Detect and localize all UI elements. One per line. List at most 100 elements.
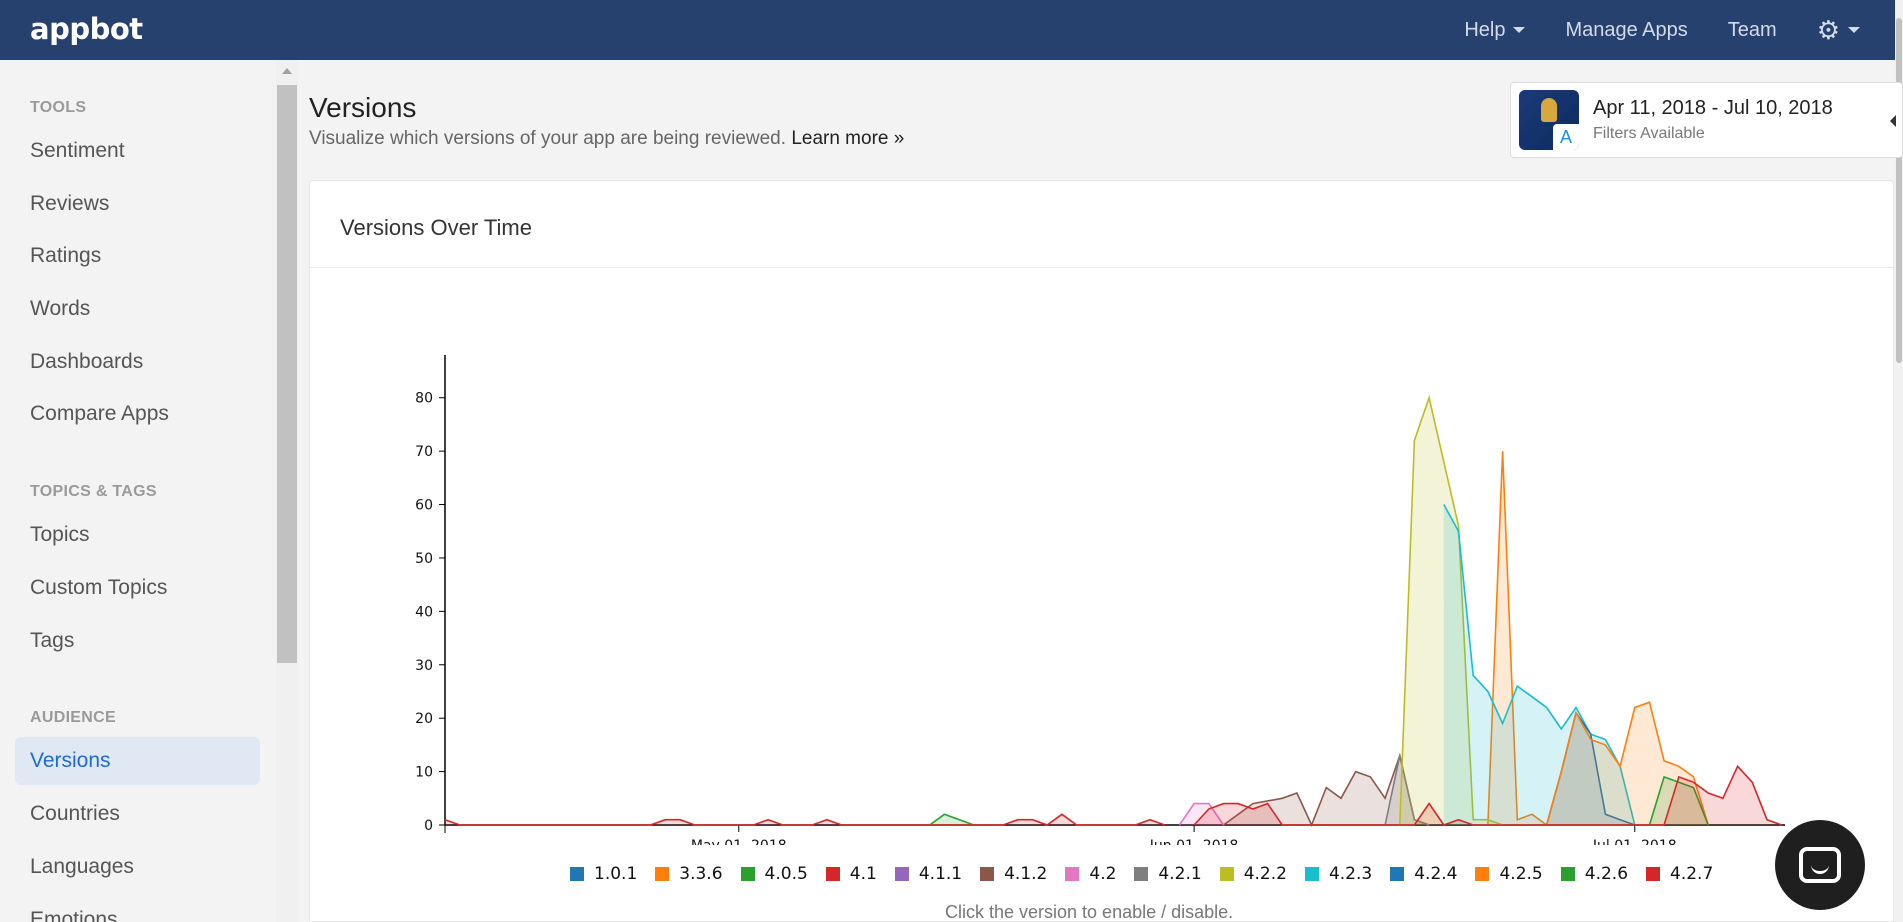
legend-item-4-2-3[interactable]: 4.2.3: [1304, 864, 1373, 884]
subtitle-text: Visualize which versions of your app are…: [309, 128, 787, 149]
legend-label: 4.2.2: [1243, 864, 1287, 884]
sidebar-item-compare-apps[interactable]: Compare Apps: [15, 390, 260, 438]
legend-label: 4.0.5: [764, 864, 808, 884]
sidebar-scrollbar[interactable]: [276, 60, 298, 922]
y-tick-label: 80: [415, 391, 433, 407]
legend-label: 4.2.3: [1328, 864, 1373, 884]
y-tick-label: 70: [415, 444, 433, 460]
legend-label: 4.2.4: [1414, 864, 1458, 884]
date-filter-card[interactable]: A Apr 11, 2018 - Jul 10, 2018 Filters Av…: [1510, 82, 1903, 158]
legend-item-3-3-6[interactable]: 3.3.6: [655, 864, 723, 884]
sidebar-item-versions[interactable]: Versions: [15, 737, 260, 785]
legend-swatch: [740, 867, 755, 881]
legend-swatch: [825, 867, 840, 881]
sidebar-item-reviews[interactable]: Reviews: [15, 180, 260, 228]
legend-swatch: [1646, 867, 1661, 881]
legend-item-4-2-7[interactable]: 4.2.7: [1646, 864, 1713, 884]
sidebar-item-tags[interactable]: Tags: [15, 617, 260, 665]
y-tick-label: 20: [415, 711, 433, 727]
legend-label: 3.3.6: [679, 864, 723, 884]
versions-chart: 0 10 20 30 40 50 60 70 80 May 01, 2018 Jun 01, 201…: [415, 355, 1785, 845]
chevron-left-icon[interactable]: [1890, 115, 1896, 127]
legend-label: 4.1.1: [918, 864, 963, 884]
page-scrollbar-thumb[interactable]: [1896, 18, 1902, 363]
legend-item-4-1[interactable]: 4.1: [825, 864, 877, 884]
legend-item-1-0-1[interactable]: 1.0.1: [570, 864, 637, 884]
sidebar-item-sentiment[interactable]: Sentiment: [15, 127, 260, 175]
app-store-icon: A: [1553, 124, 1579, 150]
legend-label: 4.1: [849, 864, 877, 884]
legend-swatch: [1065, 867, 1080, 881]
legend-swatch: [1134, 867, 1149, 881]
sidebar-item-emotions[interactable]: Emotions: [15, 896, 260, 922]
chat-icon: [1799, 847, 1841, 883]
legend-item-4-2-4[interactable]: 4.2.4: [1390, 864, 1457, 884]
date-range: Apr 11, 2018 - Jul 10, 2018: [1593, 97, 1833, 119]
legend-label: 1.0.1: [594, 864, 638, 884]
legend-item-4-2[interactable]: 4.2: [1065, 864, 1116, 884]
legend-item-4-1-1[interactable]: 4.1.1: [894, 864, 963, 884]
sidebar-item-languages[interactable]: Languages: [15, 843, 260, 891]
sidebar-scrollbar-thumb[interactable]: [277, 85, 297, 663]
legend-swatch: [1390, 867, 1405, 881]
app-icon: A: [1519, 90, 1579, 150]
nav-links: Help Manage Apps Team ⚙: [1424, 0, 1860, 60]
gear-icon: ⚙: [1816, 15, 1840, 45]
legend-item-4-0-5[interactable]: 4.0.5: [740, 864, 808, 884]
x-tick-label: May 01, 2018: [691, 838, 787, 845]
section-title-topics: TOPICS & TAGS: [30, 483, 157, 500]
legend-label: 4.2.1: [1158, 864, 1202, 884]
chevron-down-icon: [1513, 27, 1526, 33]
legend-label: 4.2: [1089, 864, 1117, 884]
legend-swatch: [1304, 867, 1319, 881]
sidebar-item-countries[interactable]: Countries: [15, 790, 260, 838]
scroll-up-icon[interactable]: [282, 68, 292, 74]
appbot-logo[interactable]: appbot: [30, 12, 143, 46]
sidebar-item-words[interactable]: Words: [15, 285, 260, 333]
legend-item-4-2-6[interactable]: 4.2.6: [1560, 864, 1629, 884]
x-tick-label: Jun 01, 2018: [1149, 838, 1239, 845]
legend-hint: Click the version to enable / disable.: [945, 902, 1234, 922]
panel-divider: [310, 267, 1893, 268]
page-subtitle: Visualize which versions of your app are…: [309, 128, 904, 150]
y-tick-label: 30: [415, 658, 433, 674]
legend-item-4-2-1[interactable]: 4.2.1: [1134, 864, 1202, 884]
chart-legend: 1.0.1 3.3.6 4.0.5 4.1 4.1.1 4.1.2 4.2 4.2.1 4.2.…: [570, 864, 1731, 884]
series-area-4-1: [445, 814, 1165, 825]
help-label: Help: [1464, 18, 1506, 41]
legend-swatch: [894, 867, 909, 881]
sidebar-item-topics[interactable]: Topics: [15, 511, 260, 559]
manage-apps-link[interactable]: Manage Apps: [1565, 19, 1687, 42]
legend-item-4-2-5[interactable]: 4.2.5: [1475, 864, 1543, 884]
chevron-down-icon: [1848, 27, 1860, 33]
legend-label: 4.2.7: [1670, 864, 1714, 884]
y-tick-label: 10: [415, 765, 433, 781]
filters-available: Filters Available: [1593, 125, 1705, 142]
sidebar: TOOLS Sentiment Reviews Ratings Words Da…: [0, 60, 276, 922]
learn-more-link[interactable]: Learn more »: [791, 128, 904, 149]
settings-menu[interactable]: ⚙: [1817, 17, 1860, 43]
sidebar-item-custom-topics[interactable]: Custom Topics: [15, 564, 260, 612]
legend-item-4-1-2[interactable]: 4.1.2: [980, 864, 1047, 884]
legend-swatch: [570, 867, 584, 881]
sidebar-item-ratings[interactable]: Ratings: [15, 232, 260, 280]
trophy-icon: [1541, 98, 1557, 122]
legend-swatch: [1475, 867, 1490, 881]
y-tick-label: 0: [424, 818, 433, 834]
chat-button[interactable]: [1775, 820, 1865, 910]
y-tick-label: 60: [415, 498, 433, 514]
legend-item-4-2-2[interactable]: 4.2.2: [1219, 864, 1287, 884]
section-title-audience: AUDIENCE: [30, 709, 116, 726]
legend-label: 4.2.6: [1584, 864, 1629, 884]
help-menu[interactable]: Help: [1464, 18, 1526, 42]
legend-swatch: [655, 867, 670, 881]
top-nav: appbot Help Manage Apps Team ⚙: [0, 0, 1903, 60]
panel-title: Versions Over Time: [340, 215, 532, 240]
team-link[interactable]: Team: [1728, 19, 1777, 42]
y-tick-label: 40: [415, 604, 433, 620]
legend-swatch: [1560, 867, 1575, 881]
legend-swatch: [1219, 867, 1234, 881]
legend-label: 4.1.2: [1004, 864, 1048, 884]
section-title-tools: TOOLS: [30, 99, 87, 116]
sidebar-item-dashboards[interactable]: Dashboards: [15, 338, 260, 386]
